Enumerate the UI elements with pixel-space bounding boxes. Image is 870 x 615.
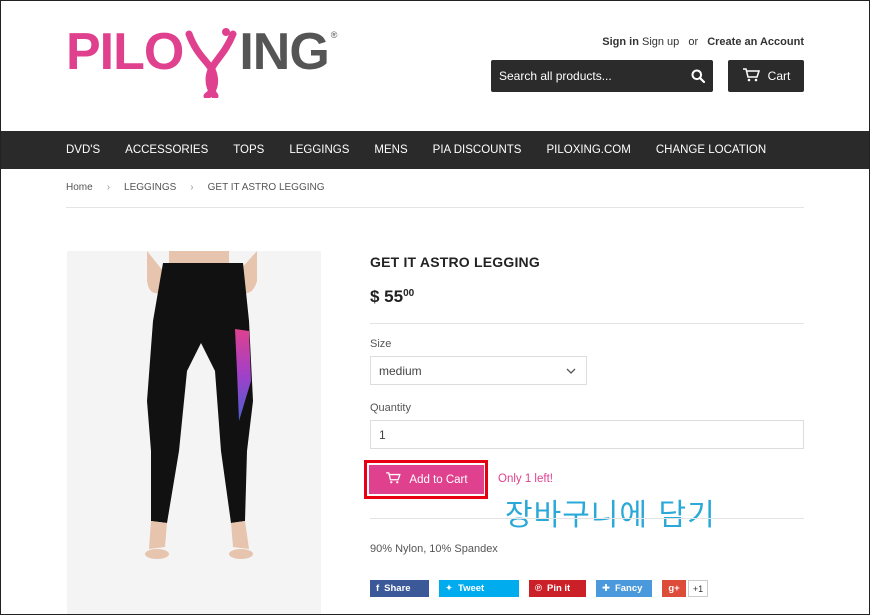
nav-item-tops[interactable]: TOPS bbox=[233, 144, 264, 156]
product-image[interactable] bbox=[67, 251, 321, 615]
facebook-share-button[interactable]: f Share bbox=[370, 580, 429, 597]
size-label: Size bbox=[370, 338, 392, 350]
sign-up-link[interactable]: Sign up bbox=[642, 36, 679, 48]
nav-item-dvds[interactable]: DVD'S bbox=[66, 144, 100, 156]
gplus-label: g+ bbox=[668, 583, 680, 594]
twitter-share-button[interactable]: ✦ Tweet bbox=[439, 580, 519, 597]
nav-item-pia-discounts[interactable]: PIA DISCOUNTS bbox=[433, 144, 522, 156]
product-title: GET IT ASTRO LEGGING bbox=[370, 254, 540, 270]
or-text: or bbox=[688, 36, 699, 48]
pinterest-icon: ℗ bbox=[535, 583, 542, 594]
piloxing-logo[interactable]: PILO ING ® bbox=[66, 23, 338, 100]
product-price: $ 5500 bbox=[370, 287, 414, 307]
nav-item-accessories[interactable]: ACCESSORIES bbox=[125, 144, 208, 156]
cart-button[interactable]: Cart bbox=[728, 60, 804, 92]
product-description: 90% Nylon, 10% Spandex bbox=[370, 543, 498, 555]
nav-item-change-location[interactable]: CHANGE LOCATION bbox=[656, 144, 766, 156]
breadcrumb: Home › LEGGINGS › GET IT ASTRO LEGGING bbox=[66, 182, 325, 193]
fancy-share-button[interactable]: ✚ Fancy bbox=[596, 580, 652, 597]
chevron-down-icon bbox=[566, 365, 576, 379]
breadcrumb-current: GET IT ASTRO LEGGING bbox=[207, 182, 325, 193]
breadcrumb-separator: › bbox=[106, 182, 111, 193]
search-icon[interactable] bbox=[683, 60, 713, 92]
create-account-link[interactable]: Create an Account bbox=[707, 36, 804, 48]
divider bbox=[370, 323, 804, 324]
quantity-value: 1 bbox=[379, 427, 386, 442]
twitter-icon: ✦ bbox=[445, 583, 453, 594]
breadcrumb-separator: › bbox=[190, 182, 194, 193]
twitter-share-label: Tweet bbox=[457, 583, 485, 594]
search-input[interactable]: Search all products... bbox=[491, 69, 683, 83]
divider bbox=[66, 207, 804, 208]
add-to-cart-button[interactable]: Add to Cart bbox=[369, 465, 484, 494]
cart-icon bbox=[385, 472, 402, 487]
sign-in-link[interactable]: Sign in bbox=[602, 36, 639, 48]
cart-icon bbox=[742, 67, 760, 85]
nav-item-piloxing-com[interactable]: PILOXING.COM bbox=[546, 144, 630, 156]
fancy-share-label: Fancy bbox=[614, 583, 643, 594]
pinterest-share-label: Pin it bbox=[547, 583, 571, 594]
pinterest-share-button[interactable]: ℗ Pin it bbox=[529, 580, 586, 597]
size-value: medium bbox=[379, 363, 422, 378]
quantity-label: Quantity bbox=[370, 402, 411, 414]
account-links: Sign in Sign up or Create an Account bbox=[602, 36, 804, 48]
main-nav: DVD'S ACCESSORIES TOPS LEGGINGS MENS PIA… bbox=[0, 131, 870, 169]
cart-label: Cart bbox=[767, 69, 791, 83]
quantity-input[interactable]: 1 bbox=[370, 420, 804, 449]
price-main: $ 55 bbox=[370, 287, 404, 306]
gplus-share-button[interactable]: g+ bbox=[662, 580, 686, 597]
fancy-icon: ✚ bbox=[602, 583, 610, 594]
divider bbox=[370, 518, 804, 519]
logo-registered-mark: ® bbox=[330, 30, 338, 40]
search-bar[interactable]: Search all products... bbox=[491, 60, 713, 92]
breadcrumb-leggings[interactable]: LEGGINGS bbox=[124, 182, 176, 193]
price-cents: 00 bbox=[403, 288, 415, 299]
nav-item-mens[interactable]: MENS bbox=[374, 144, 407, 156]
logo-figure-icon bbox=[183, 26, 239, 100]
facebook-icon: f bbox=[376, 583, 380, 594]
gplus-count: +1 bbox=[688, 580, 708, 597]
facebook-share-label: Share bbox=[384, 583, 411, 594]
breadcrumb-home[interactable]: Home bbox=[66, 182, 93, 193]
annotation-text: 장바구니에 담기 bbox=[505, 498, 716, 533]
add-to-cart-label: Add to Cart bbox=[409, 473, 468, 486]
logo-text-right: ING bbox=[239, 23, 329, 81]
nav-item-leggings[interactable]: LEGGINGS bbox=[289, 144, 349, 156]
size-select[interactable]: medium bbox=[370, 356, 587, 385]
logo-text-left: PILO bbox=[66, 23, 184, 81]
stock-note: Only 1 left! bbox=[498, 473, 553, 485]
